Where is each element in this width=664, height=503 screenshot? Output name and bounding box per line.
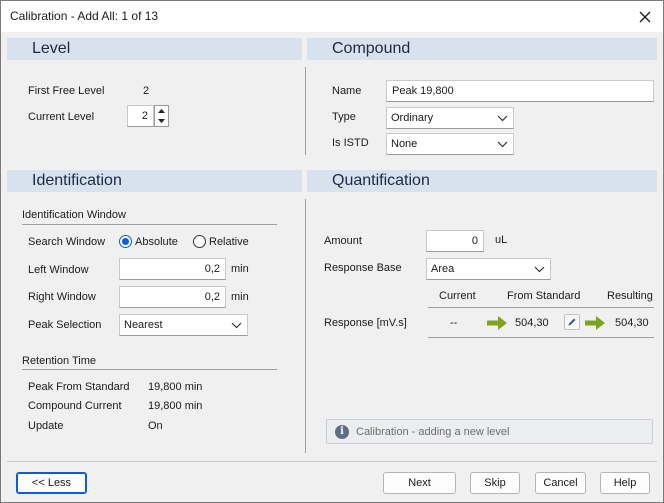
divider-top: [305, 67, 306, 155]
search-absolute-radio[interactable]: [119, 235, 132, 248]
compound-current-label: Compound Current: [28, 400, 122, 412]
response-current-value: --: [450, 317, 458, 329]
arrow-right-icon: [585, 316, 605, 330]
compound-header: Compound: [307, 38, 657, 60]
right-window-label: Right Window: [28, 291, 96, 303]
current-level-spinner[interactable]: [154, 105, 169, 127]
identification-window-group-label: Identification Window: [22, 209, 126, 221]
compound-type-select[interactable]: Ordinary: [386, 107, 514, 129]
compound-type-value: Ordinary: [391, 112, 434, 124]
chevron-down-icon: [497, 141, 508, 148]
pencil-icon: [568, 318, 576, 326]
cancel-button[interactable]: Cancel: [535, 472, 586, 494]
arrow-right-icon: [487, 316, 507, 330]
amount-input[interactable]: 0: [426, 230, 484, 252]
current-level-label: Current Level: [28, 111, 95, 123]
is-istd-value: None: [391, 138, 418, 150]
search-relative-radio[interactable]: [193, 235, 206, 248]
response-label: Response [mV.s]: [324, 317, 407, 329]
response-table-bottom-rule: [428, 337, 654, 338]
close-button[interactable]: [627, 1, 663, 32]
calibration-dialog: Calibration - Add All: 1 of 13 Level Com…: [0, 0, 664, 503]
spin-down-button[interactable]: [155, 116, 168, 126]
is-istd-select[interactable]: None: [386, 133, 514, 155]
chevron-down-icon: [497, 115, 508, 122]
chevron-down-icon: [534, 266, 545, 273]
level-header: Level: [7, 38, 302, 60]
divider-bottom: [305, 199, 306, 453]
compound-name-label: Name: [332, 85, 362, 97]
amount-unit: uL: [495, 234, 508, 246]
retention-time-group-label: Retention Time: [22, 355, 96, 367]
column-resulting-header: Resulting: [607, 290, 653, 302]
spin-up-button[interactable]: [155, 106, 168, 116]
first-free-level-label: First Free Level: [28, 85, 105, 97]
title-bar: Calibration - Add All: 1 of 13: [1, 1, 663, 32]
footer-separator: [7, 461, 657, 462]
compound-current-value: 19,800 min: [148, 400, 203, 412]
window-title: Calibration - Add All: 1 of 13: [10, 9, 159, 23]
triangle-down-icon: [158, 119, 165, 123]
right-window-input[interactable]: 0,2: [119, 286, 226, 308]
update-value: On: [148, 420, 163, 432]
search-relative-label[interactable]: Relative: [209, 236, 249, 248]
response-base-value: Area: [431, 263, 455, 275]
less-button[interactable]: << Less: [16, 472, 87, 494]
identification-header: Identification: [7, 170, 302, 192]
skip-button[interactable]: Skip: [470, 472, 520, 494]
search-window-label: Search Window: [28, 236, 106, 248]
update-label: Update: [28, 420, 64, 432]
peak-selection-label: Peak Selection: [28, 319, 102, 331]
response-from-standard-value: 504,30: [515, 317, 549, 329]
chevron-down-icon: [231, 322, 242, 329]
info-message-text: Calibration - adding a new level: [356, 426, 510, 438]
close-icon: [639, 11, 651, 22]
triangle-up-icon: [158, 109, 165, 113]
info-icon: i: [335, 425, 349, 439]
help-button[interactable]: Help: [600, 472, 650, 494]
peak-from-standard-label: Peak From Standard: [28, 381, 130, 393]
peak-from-standard-value: 19,800 min: [148, 381, 203, 393]
search-absolute-label[interactable]: Absolute: [135, 236, 178, 248]
left-window-label: Left Window: [28, 264, 89, 276]
peak-selection-value: Nearest: [124, 319, 163, 331]
amount-label: Amount: [324, 235, 362, 247]
right-window-unit: min: [231, 291, 249, 303]
left-window-input[interactable]: 0,2: [119, 258, 226, 280]
response-resulting-value: 504,30: [615, 317, 649, 329]
compound-name-input[interactable]: Peak 19,800: [386, 80, 654, 102]
info-message: i Calibration - adding a new level: [326, 419, 653, 444]
compound-type-label: Type: [332, 111, 356, 123]
column-from-standard-header: From Standard: [507, 290, 581, 302]
left-window-unit: min: [231, 263, 249, 275]
next-button[interactable]: Next: [383, 472, 456, 494]
is-istd-label: Is ISTD: [332, 137, 369, 149]
retention-time-separator: [22, 369, 277, 370]
peak-selection-select[interactable]: Nearest: [119, 314, 248, 336]
response-table-top-rule: [428, 307, 654, 308]
edit-response-button[interactable]: [564, 314, 580, 330]
response-base-select[interactable]: Area: [426, 258, 551, 280]
identification-window-separator: [22, 224, 277, 225]
column-current-header: Current: [439, 290, 476, 302]
response-base-label: Response Base: [324, 262, 402, 274]
current-level-input[interactable]: 2: [127, 105, 154, 127]
first-free-level-value: 2: [143, 85, 150, 97]
quantification-header: Quantification: [307, 170, 657, 192]
